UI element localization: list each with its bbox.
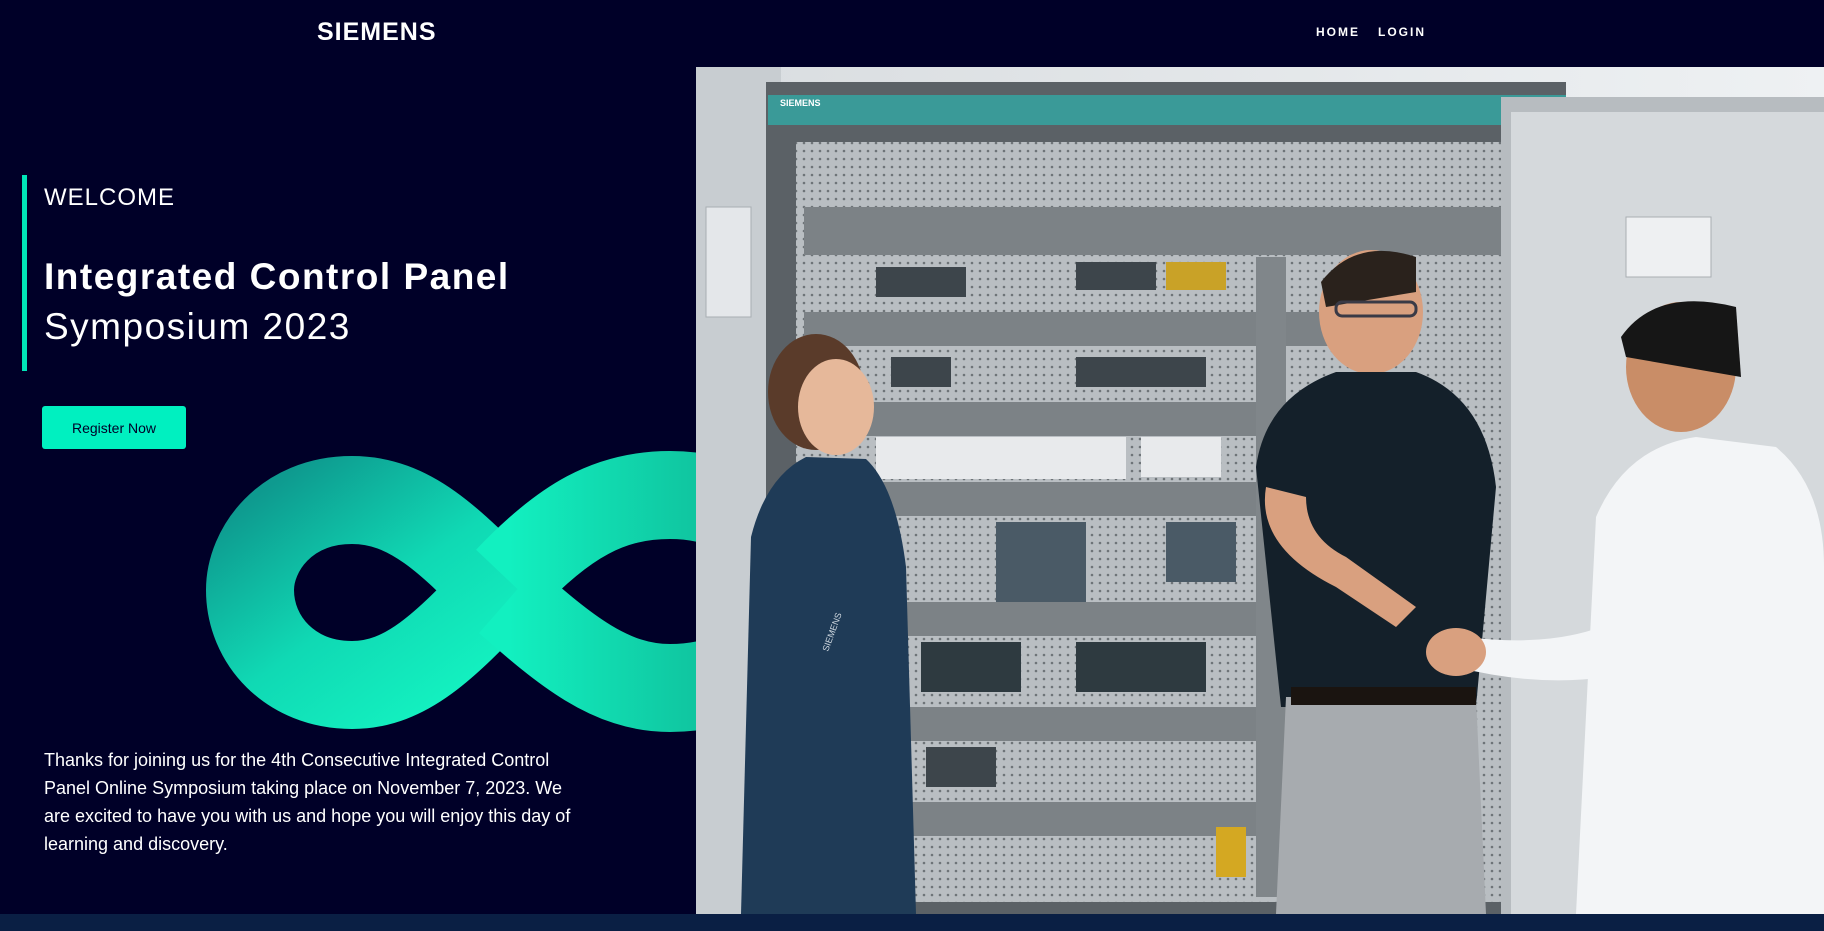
infinity-graphic <box>190 420 696 760</box>
page: SIEMENS HOME LOGIN WELCOME Integrated Co… <box>0 0 1824 931</box>
site-header: SIEMENS HOME LOGIN <box>0 0 1824 67</box>
bottom-strip <box>0 914 1824 931</box>
cabinet-label: SIEMENS <box>780 98 821 108</box>
accent-bar <box>22 175 27 371</box>
nav-home-link[interactable]: HOME <box>1316 25 1360 39</box>
siemens-logo[interactable]: SIEMENS <box>317 18 437 47</box>
event-title: Integrated Control Panel <box>44 256 510 297</box>
hero-photo: SIEMENS SIEMENS <box>696 67 1824 914</box>
register-now-button[interactable]: Register Now <box>42 406 186 449</box>
welcome-heading: WELCOME <box>44 184 176 211</box>
infinity-icon <box>205 450 696 733</box>
main-nav: HOME LOGIN <box>1316 25 1426 39</box>
control-panel-photo: SIEMENS SIEMENS <box>696 67 1824 914</box>
nav-login-link[interactable]: LOGIN <box>1378 25 1426 39</box>
intro-paragraph: Thanks for joining us for the 4th Consec… <box>44 750 571 854</box>
event-subtitle: Symposium 2023 <box>44 306 351 347</box>
